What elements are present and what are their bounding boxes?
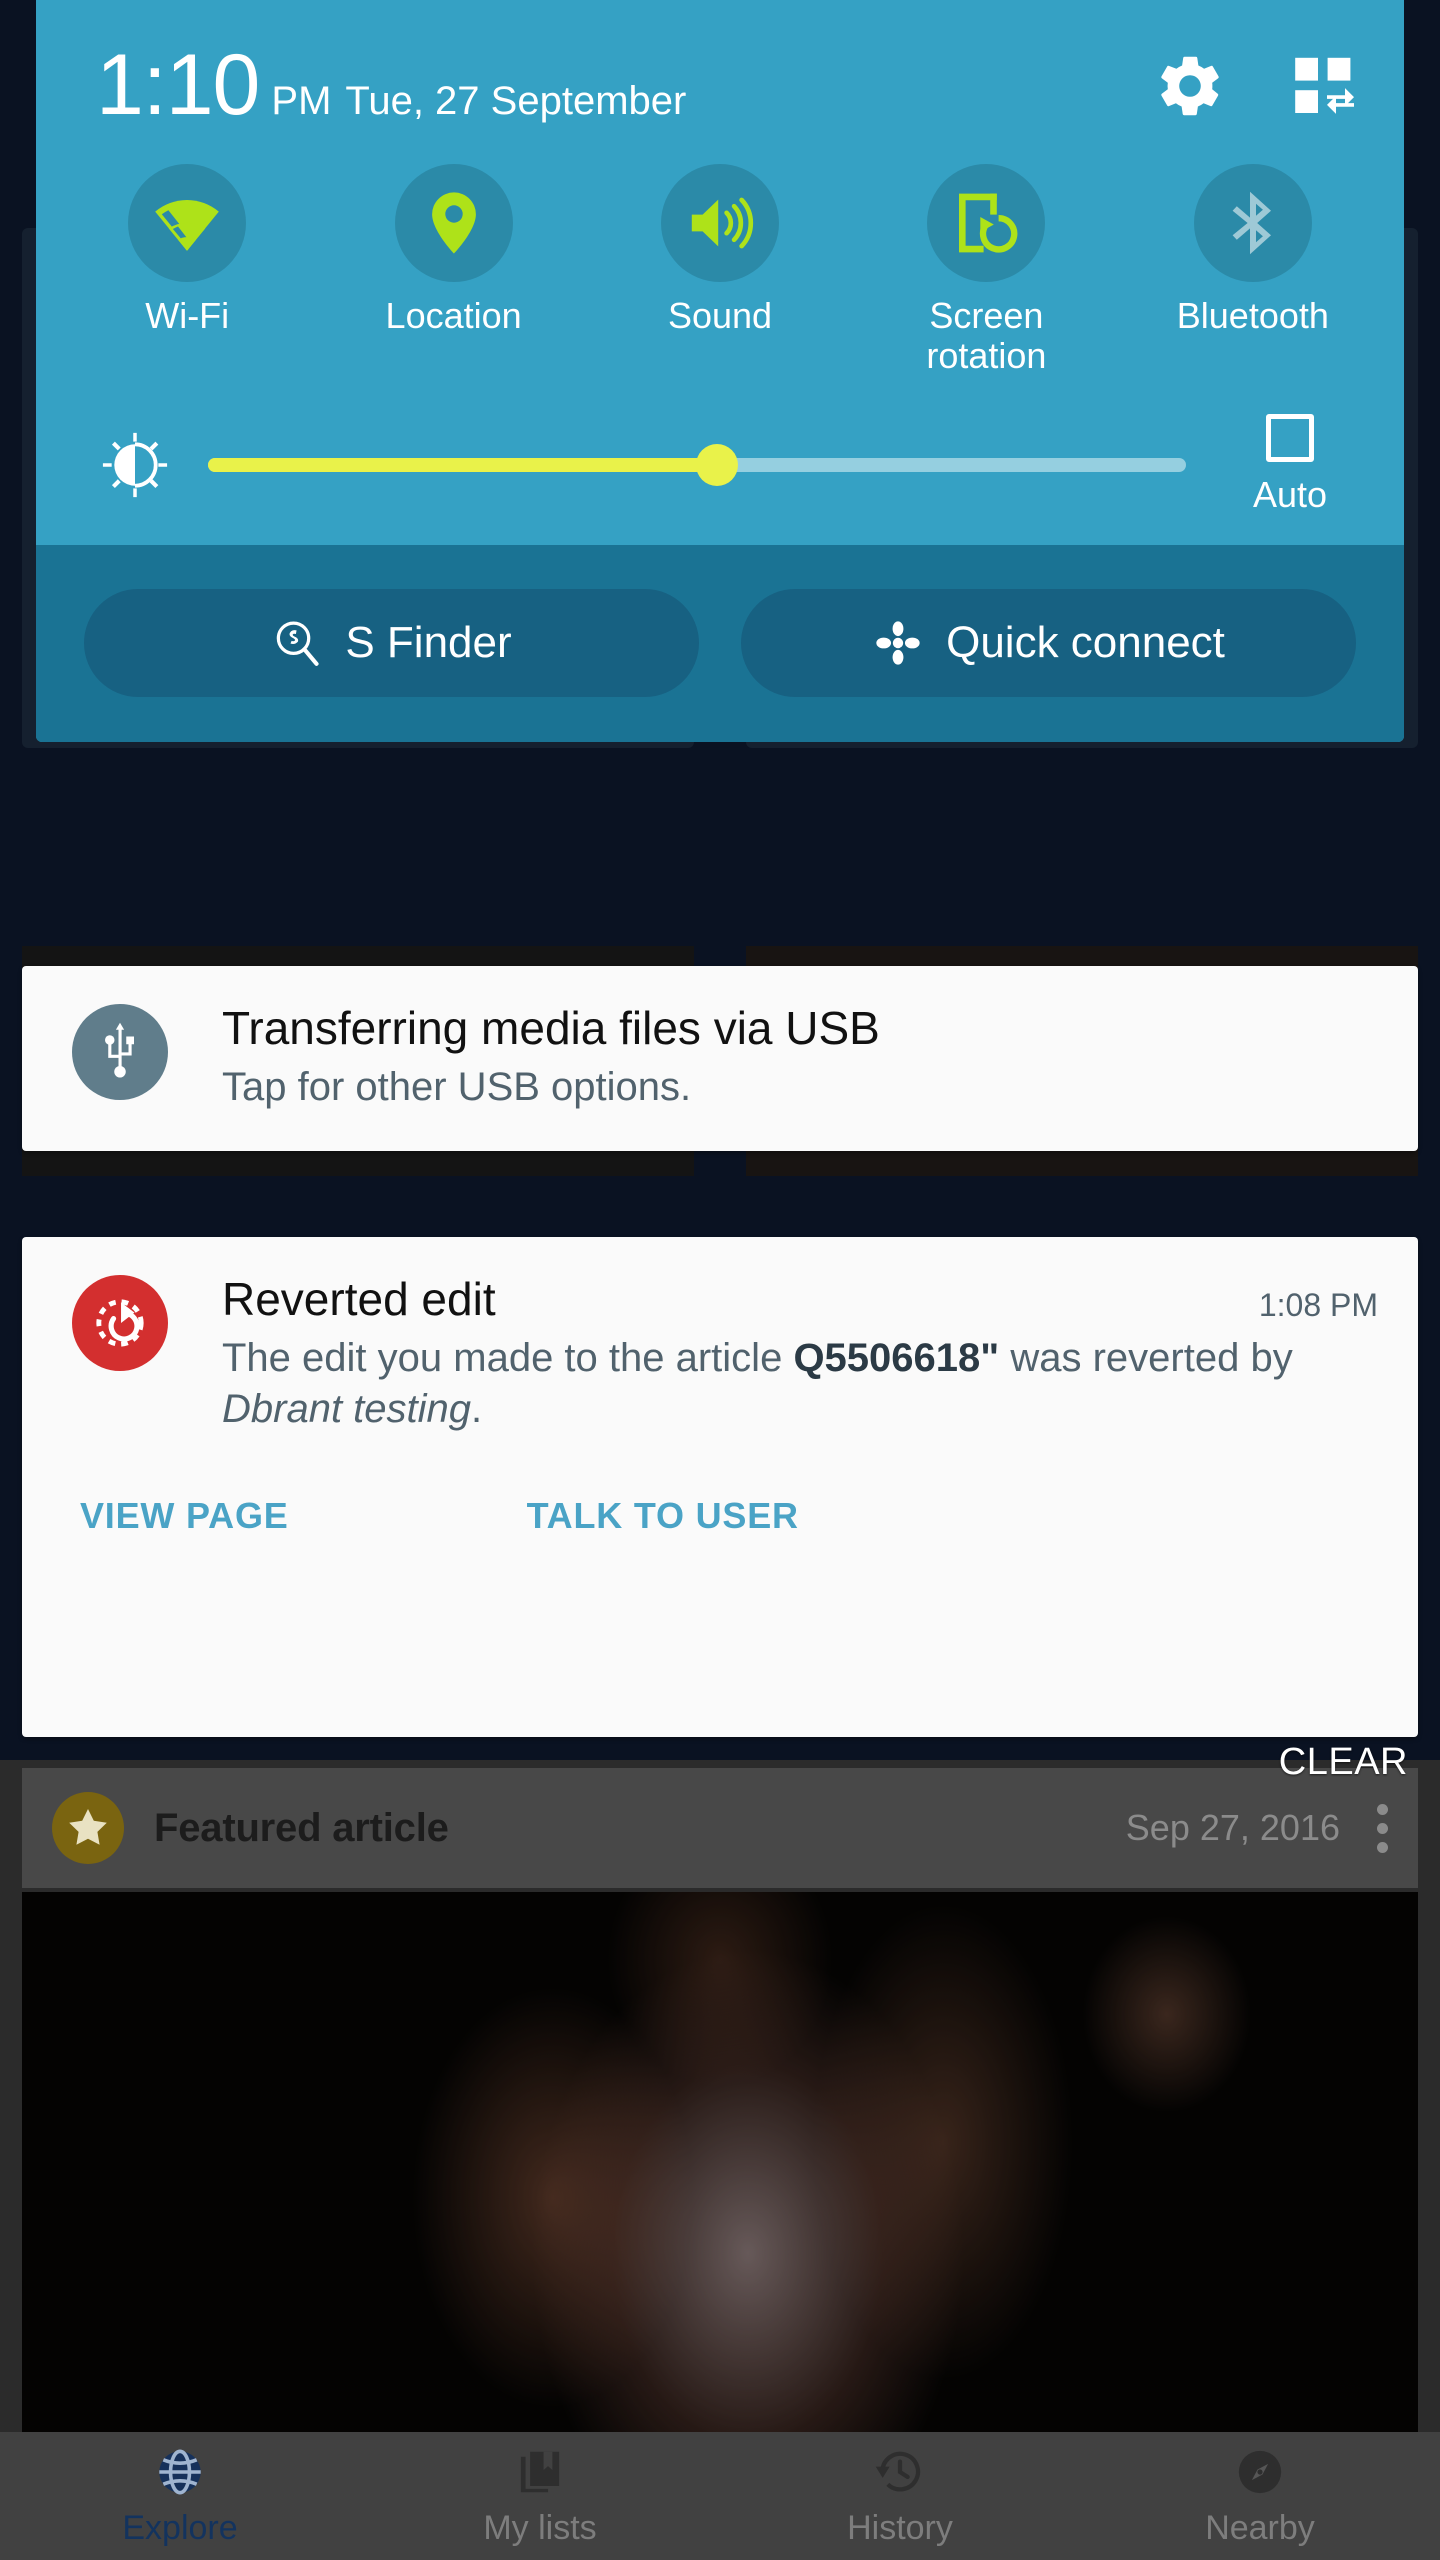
- toggle-bluetooth[interactable]: Bluetooth: [1120, 164, 1386, 377]
- notification-subtitle: Tap for other USB options.: [222, 1064, 692, 1109]
- quick-settings-toggles: Wi-Fi Location Sound Screen rotation Blu…: [36, 158, 1404, 377]
- globe-icon: [153, 2445, 207, 2499]
- quick-connect-label: Quick connect: [946, 618, 1225, 668]
- bluetooth-icon: [1193, 164, 1312, 282]
- edit-quick-settings-icon[interactable]: [1288, 50, 1360, 122]
- toggle-sound[interactable]: Sound: [587, 164, 853, 377]
- clock-date: Tue, 27 September: [345, 79, 687, 123]
- talk-to-user-button[interactable]: TALK TO USER: [519, 1477, 807, 1555]
- star-icon: [52, 1792, 124, 1864]
- toggle-label-wifi: Wi-Fi: [145, 295, 230, 336]
- s-finder-icon: [271, 617, 323, 669]
- brightness-slider-thumb[interactable]: [695, 443, 738, 486]
- clear-notifications-button[interactable]: CLEAR: [1279, 1741, 1408, 1784]
- location-pin-icon: [394, 164, 513, 282]
- notification-time: 1:08 PM: [1258, 1287, 1378, 1323]
- auto-brightness-label: Auto: [1252, 473, 1328, 515]
- toggle-label-sound: Sound: [667, 295, 773, 336]
- bottom-navigation-bar: Explore My lists History Nearby: [0, 2432, 1440, 2560]
- brightness-row: Auto: [36, 377, 1404, 545]
- s-finder-label: S Finder: [345, 618, 512, 668]
- body-suffix: .: [471, 1386, 483, 1431]
- brightness-slider[interactable]: [208, 443, 1186, 486]
- brightness-slider-fill: [208, 457, 717, 472]
- notification-reverted-edit[interactable]: Reverted edit 1:08 PM The edit you made …: [22, 1237, 1418, 1737]
- toggle-location[interactable]: Location: [320, 164, 586, 377]
- body-username: Dbrant testing: [222, 1386, 472, 1431]
- kebab-menu-icon[interactable]: [1376, 1803, 1388, 1853]
- nav-item-explore[interactable]: Explore: [0, 2432, 360, 2560]
- nav-label-history: History: [847, 2508, 953, 2547]
- quick-settings-shortcuts: S Finder Quick connect: [36, 544, 1404, 742]
- body-prefix: The edit you made to the article: [222, 1335, 794, 1380]
- screen-rotation-icon: [927, 164, 1046, 282]
- featured-article-title: Featured article: [154, 1805, 449, 1850]
- quick-connect-button[interactable]: Quick connect: [741, 589, 1356, 698]
- bookmark-icon: [513, 2445, 567, 2499]
- view-page-button[interactable]: VIEW PAGE: [72, 1477, 297, 1555]
- phone-screen: Featured article Sep 27, 2016 Explore My…: [0, 0, 1440, 2560]
- nav-label-explore: Explore: [122, 2508, 238, 2547]
- nav-item-nearby[interactable]: Nearby: [1080, 2432, 1440, 2560]
- body-article-title: Q5506618": [793, 1335, 1000, 1380]
- s-finder-button[interactable]: S Finder: [84, 589, 699, 698]
- nav-item-my-lists[interactable]: My lists: [360, 2432, 720, 2560]
- clock-ampm: PM: [271, 79, 332, 123]
- featured-article-date: Sep 27, 2016: [1125, 1807, 1340, 1848]
- quick-settings-panel: 1:10 PM Tue, 27 September Wi-Fi Location…: [36, 0, 1404, 742]
- sound-speaker-icon: [661, 164, 780, 282]
- body-middle: was reverted by: [999, 1335, 1293, 1380]
- notification-usb[interactable]: Transferring media files via USB Tap for…: [22, 966, 1418, 1151]
- featured-article-image: [22, 1892, 1418, 2447]
- history-icon: [873, 2445, 927, 2499]
- nav-label-nearby: Nearby: [1205, 2508, 1315, 2547]
- brightness-icon: [96, 430, 174, 500]
- toggle-label-screen-rotation: Screen rotation: [926, 295, 1047, 377]
- toggle-wifi[interactable]: Wi-Fi: [54, 164, 320, 377]
- toggle-screen-rotation[interactable]: Screen rotation: [853, 164, 1119, 377]
- revert-undo-icon: [72, 1275, 168, 1371]
- notification-body: The edit you made to the article Q550661…: [222, 1333, 1378, 1435]
- featured-article-row[interactable]: Featured article Sep 27, 2016: [22, 1768, 1418, 1888]
- nav-label-my-lists: My lists: [483, 2508, 597, 2547]
- gear-icon[interactable]: [1154, 50, 1226, 122]
- usb-icon: [72, 1004, 168, 1100]
- auto-brightness-checkbox[interactable]: [1266, 413, 1314, 462]
- quick-settings-header: 1:10 PM Tue, 27 September: [36, 0, 1404, 158]
- notification-title: Reverted edit: [222, 1273, 496, 1325]
- wifi-icon: [128, 164, 247, 282]
- toggle-label-location: Location: [385, 295, 522, 336]
- toggle-label-bluetooth: Bluetooth: [1176, 295, 1329, 336]
- compass-icon: [1233, 2445, 1287, 2499]
- notification-title: Transferring media files via USB: [222, 1002, 880, 1054]
- clock-time: 1:10: [96, 37, 260, 133]
- nav-item-history[interactable]: History: [720, 2432, 1080, 2560]
- clock[interactable]: 1:10 PM Tue, 27 September: [96, 42, 686, 128]
- auto-brightness-control[interactable]: Auto: [1220, 413, 1360, 516]
- quick-connect-icon: [872, 617, 924, 669]
